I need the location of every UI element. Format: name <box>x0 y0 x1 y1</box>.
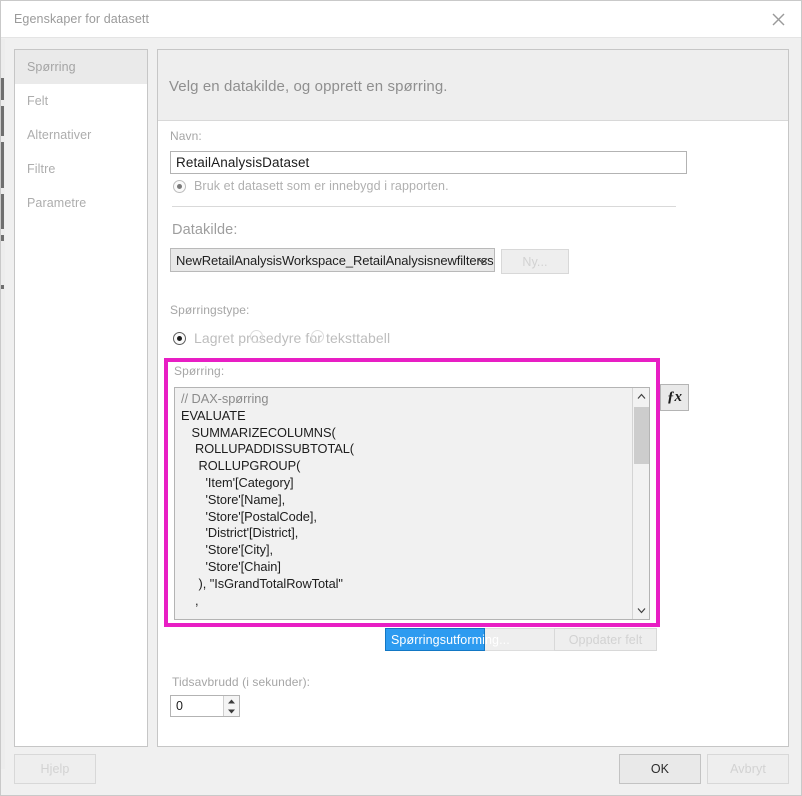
radio-icon[interactable] <box>173 179 186 193</box>
sidebar-item-label: Spørring <box>27 60 76 74</box>
timeout-label: Tidsavbrudd (i sekunder): <box>172 675 311 689</box>
timeout-value: 0 <box>176 699 183 713</box>
query-designer-button[interactable]: Spørringsutforming... <box>385 628 510 651</box>
ghost-radio-icon <box>250 330 263 343</box>
refresh-fields-button[interactable]: Oppdater felt <box>554 628 657 651</box>
sidebar-item-label: Felt <box>27 94 49 108</box>
edge-artifact <box>1 235 4 241</box>
main-header-text: Velg en datakilde, og opprett en spørrin… <box>169 78 448 95</box>
edge-artifact <box>1 194 4 229</box>
chevron-down-icon <box>477 253 488 268</box>
dataset-properties-dialog: Egenskaper for datasett Spørring Felt Al… <box>0 0 802 796</box>
close-button[interactable] <box>756 1 801 37</box>
dialog-title: Egenskaper for datasett <box>14 12 150 26</box>
embedded-dataset-radio-label: Bruk et datasett som er innebygd i rappo… <box>194 179 449 193</box>
datasource-select-value: NewRetailAnalysisWorkspace_RetailAnalysi… <box>176 252 495 268</box>
query-text: // DAX-spørring EVALUATE SUMMARIZECOLUMN… <box>181 391 355 620</box>
sidebar-item-felt[interactable]: Felt <box>15 84 147 118</box>
cancel-button[interactable]: Avbryt <box>707 754 789 784</box>
name-label: Navn: <box>170 129 202 143</box>
edge-artifact <box>1 142 4 188</box>
close-icon <box>772 13 785 25</box>
query-scrollbar[interactable] <box>632 388 649 619</box>
scroll-down-icon[interactable] <box>633 602 649 619</box>
sidebar-item-parametre[interactable]: Parametre <box>15 186 147 220</box>
sidebar-item-filtre[interactable]: Filtre <box>15 152 147 186</box>
timeout-stepper[interactable]: 0 <box>170 695 240 717</box>
help-button[interactable]: Hjelp <box>14 754 96 784</box>
edge-artifact <box>1 285 4 289</box>
fx-icon: ƒx <box>667 389 682 405</box>
query-editor[interactable]: // DAX-spørring EVALUATE SUMMARIZECOLUMN… <box>174 387 650 620</box>
window-left-edge <box>1 39 5 769</box>
datasource-label: Datakilde: <box>172 222 238 238</box>
new-datasource-button[interactable]: Ny... <box>501 249 569 274</box>
sidebar: Spørring Felt Alternativer Filtre Parame… <box>14 49 148 747</box>
sidebar-item-label: Filtre <box>27 162 56 176</box>
querytype-radio-label: Lagret prosedyre for teksttabell <box>194 330 391 346</box>
dataset-name-input[interactable] <box>170 151 687 174</box>
datasource-select[interactable]: NewRetailAnalysisWorkspace_RetailAnalysi… <box>170 248 495 272</box>
stepper-up-icon[interactable] <box>224 696 239 706</box>
sidebar-item-label: Alternativer <box>27 128 92 142</box>
sidebar-item-label: Parametre <box>27 196 87 210</box>
querytype-label: Spørringstype: <box>170 303 250 317</box>
sidebar-item-alternativer[interactable]: Alternativer <box>15 118 147 152</box>
sidebar-item-sporring[interactable]: Spørring <box>15 50 147 84</box>
embedded-dataset-radio-row[interactable]: Bruk et datasett som er innebygd i rappo… <box>173 179 449 193</box>
divider <box>172 206 676 207</box>
querytype-radio-row[interactable]: Lagret prosedyre for teksttabell <box>173 330 390 346</box>
main-header: Velg en datakilde, og opprett en spørrin… <box>158 50 788 121</box>
stepper-down-icon[interactable] <box>224 706 239 716</box>
scroll-up-icon[interactable] <box>633 388 649 405</box>
query-comment: // DAX-spørring <box>181 391 269 406</box>
radio-icon[interactable] <box>173 331 186 345</box>
expression-fx-button[interactable]: ƒx <box>660 384 689 411</box>
scrollbar-thumb[interactable] <box>634 407 649 464</box>
title-bar: Egenskaper for datasett <box>1 1 801 38</box>
ghost-radio-icon <box>311 330 324 343</box>
edge-artifact <box>1 78 4 100</box>
stepper-buttons[interactable] <box>223 696 239 716</box>
ok-button[interactable]: OK <box>619 754 701 784</box>
edge-artifact <box>1 106 4 136</box>
query-label: Spørring: <box>174 364 225 378</box>
